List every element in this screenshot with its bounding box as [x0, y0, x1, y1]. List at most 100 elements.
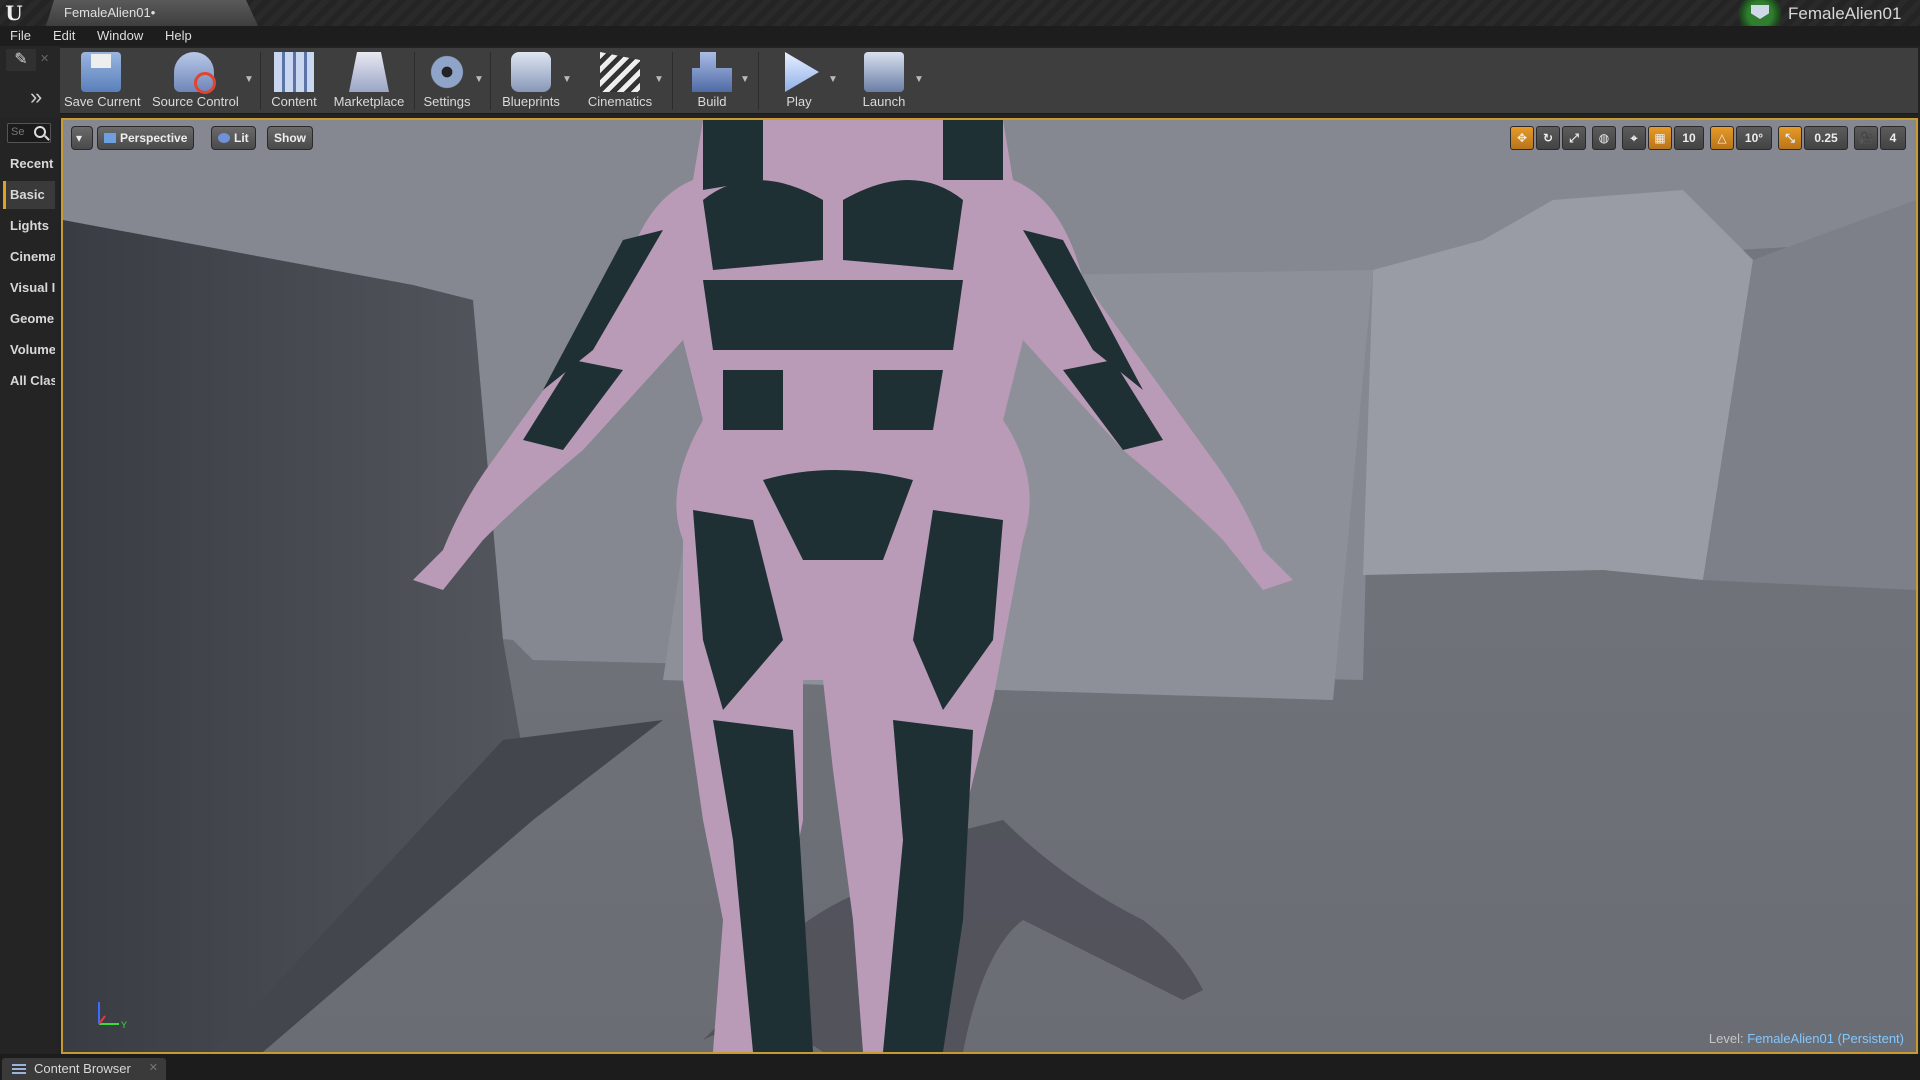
toolbar-separator	[414, 52, 415, 110]
modes-panel: ✎ ✕ »	[0, 46, 60, 118]
torso-plate	[703, 280, 963, 350]
source-control-icon	[174, 52, 216, 94]
grid-snap-icon[interactable]: ▦	[1648, 126, 1672, 150]
chevron-down-icon: ▾	[76, 131, 83, 145]
title-bar: U FemaleAlien01• FemaleAlien01	[0, 0, 1920, 36]
place-category-all-classes[interactable]: All Clas	[3, 367, 55, 395]
level-label: Level:	[1708, 1031, 1744, 1046]
cinematics-label: Cinematics	[587, 94, 653, 109]
toolbar-separator	[490, 52, 491, 110]
build-button[interactable]: Build	[680, 48, 744, 112]
launch-dropdown-icon[interactable]: ▼	[914, 74, 924, 85]
axis-y-label: Y	[121, 1020, 127, 1030]
document-tab[interactable]: FemaleAlien01•	[46, 0, 258, 26]
build-dropdown-icon[interactable]: ▼	[740, 74, 750, 85]
menu-file[interactable]: File	[10, 28, 31, 43]
content-browser-tab[interactable]: Content Browser ✕	[2, 1058, 166, 1080]
camera-speed-icon[interactable]: 🎥	[1854, 126, 1878, 150]
cinematics-dropdown-icon[interactable]: ▼	[654, 74, 664, 85]
marketplace-icon	[349, 52, 389, 92]
bottom-tab-bar: Content Browser ✕	[0, 1054, 1920, 1080]
level-info: Level: FemaleAlien01 (Persistent)	[1709, 1031, 1904, 1046]
menu-help[interactable]: Help	[165, 28, 192, 43]
viewport-scene	[63, 120, 1916, 1052]
lit-button[interactable]: Lit	[211, 126, 256, 150]
place-category-recent[interactable]: Recent	[3, 150, 55, 178]
axis-gizmo: Y	[98, 1002, 127, 1030]
play-dropdown-icon[interactable]: ▼	[828, 74, 838, 85]
toolbar-separator	[260, 52, 261, 110]
lit-sphere-icon	[218, 133, 230, 143]
project-name: FemaleAlien01	[1788, 4, 1902, 23]
show-label: Show	[274, 131, 306, 145]
viewport-menu-dropdown[interactable]: ▾	[71, 126, 93, 150]
close-icon[interactable]: ✕	[149, 1061, 158, 1074]
rotation-snap-icon[interactable]: △	[1710, 126, 1734, 150]
build-icon	[692, 52, 732, 92]
place-category-lights[interactable]: Lights	[3, 212, 55, 240]
perspective-icon	[104, 133, 116, 143]
perspective-button[interactable]: Perspective	[97, 126, 195, 150]
world-space-icon[interactable]: ◍	[1592, 126, 1616, 150]
scale-snap-value[interactable]: 0.25	[1804, 126, 1848, 150]
blueprints-label: Blueprints	[502, 94, 560, 109]
build-label: Build	[697, 94, 727, 109]
surface-snap-icon[interactable]: ⌖	[1622, 126, 1646, 150]
marketplace-label: Marketplace	[333, 94, 405, 109]
blueprints-dropdown-icon[interactable]: ▼	[562, 74, 572, 85]
menu-window[interactable]: Window	[97, 28, 143, 43]
blueprints-icon	[511, 52, 551, 92]
launch-button[interactable]: Launch	[846, 48, 922, 112]
menu-edit[interactable]: Edit	[53, 28, 75, 43]
blueprints-button[interactable]: Blueprints	[496, 48, 566, 112]
play-icon	[785, 52, 819, 92]
settings-icon	[427, 52, 467, 92]
unreal-logo-icon[interactable]: U	[2, 1, 26, 25]
show-button[interactable]: Show	[267, 126, 313, 150]
document-tab-label: FemaleAlien01•	[64, 5, 156, 20]
camera-speed-value[interactable]: 4	[1880, 126, 1906, 150]
save-current-button[interactable]: Save Current	[64, 48, 141, 112]
translate-mode-icon[interactable]: ✥	[1510, 126, 1534, 150]
cinematics-icon	[600, 52, 640, 92]
project-badge[interactable]: FemaleAlien01	[1730, 0, 1920, 36]
play-button[interactable]: Play	[764, 48, 834, 112]
content-browser-label: Content Browser	[34, 1061, 131, 1076]
source-control-dropdown-icon[interactable]: ▼	[244, 74, 254, 85]
rotate-mode-icon[interactable]: ↻	[1536, 126, 1560, 150]
play-label: Play	[786, 94, 812, 109]
place-category-visual-effects[interactable]: Visual I	[3, 274, 55, 302]
expand-chevron-icon[interactable]: »	[30, 84, 42, 110]
cinematics-button[interactable]: Cinematics	[582, 48, 658, 112]
content-browser-icon	[12, 1064, 26, 1074]
grid-snap-value[interactable]: 10	[1674, 126, 1704, 150]
toolbar-separator	[758, 52, 759, 110]
place-category-geometry[interactable]: Geome	[3, 305, 55, 333]
place-search-input[interactable]: Se	[7, 123, 51, 143]
unreal-editor-window: U FemaleAlien01• FemaleAlien01 File Edit…	[0, 0, 1920, 1080]
marketplace-button[interactable]: Marketplace	[330, 48, 408, 112]
close-icon[interactable]: ✕	[40, 52, 49, 65]
settings-dropdown-icon[interactable]: ▼	[474, 74, 484, 85]
content-icon	[274, 52, 314, 92]
place-actors-panel: Se Recent Basic Lights Cinema Visual I G…	[0, 118, 58, 1054]
settings-label: Settings	[423, 94, 471, 109]
place-mode-icon[interactable]: ✎	[6, 49, 36, 71]
place-category-basic[interactable]: Basic	[3, 181, 55, 209]
source-control-button[interactable]: Source Control	[152, 48, 239, 112]
menu-bar: File Edit Window Help	[0, 26, 1920, 46]
save-current-label: Save Current	[64, 94, 141, 109]
rotation-snap-value[interactable]: 10°	[1736, 126, 1772, 150]
place-category-volumes[interactable]: Volume	[3, 336, 55, 364]
content-button[interactable]: Content	[266, 48, 322, 112]
lit-label: Lit	[234, 131, 249, 145]
source-control-label: Source Control	[152, 94, 239, 109]
place-category-cinematic[interactable]: Cinema	[3, 243, 55, 271]
scale-snap-icon[interactable]: ⤡	[1778, 126, 1802, 150]
launch-icon	[864, 52, 904, 92]
content-label: Content	[271, 94, 317, 109]
settings-button[interactable]: Settings	[418, 48, 476, 112]
level-viewport[interactable]: ▾ Perspective Lit Show ✥ ↻ ⤢ ◍ ⌖ ▦ 10 △ …	[61, 118, 1918, 1054]
perspective-label: Perspective	[120, 131, 188, 145]
scale-mode-icon[interactable]: ⤢	[1562, 126, 1586, 150]
